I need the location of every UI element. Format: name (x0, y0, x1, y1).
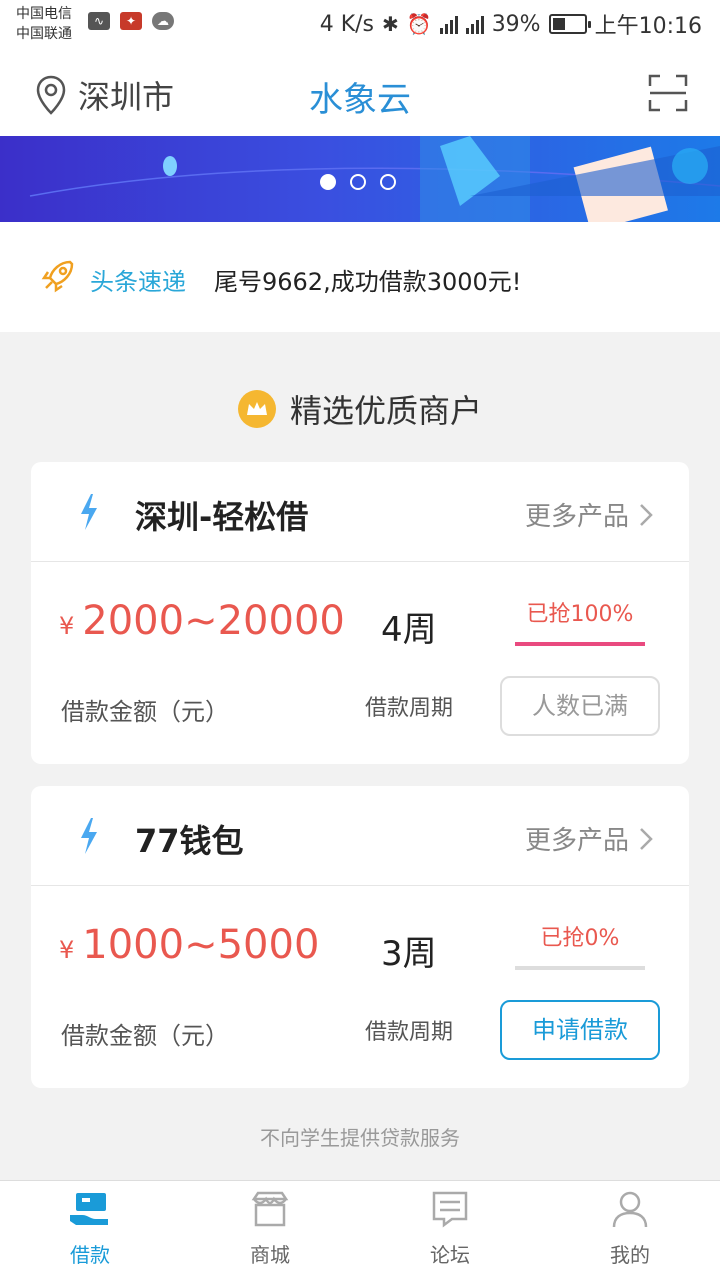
more-products-label: 更多产品 (524, 826, 629, 856)
app-title: 水象云 (309, 80, 411, 120)
status-bar: 中国电信 中国联通 ∿ ✦ ☁ 4 K/s ✱ ⏰ 39% 上午10:16 (0, 0, 720, 48)
amount-label: 借款金额（元） (61, 698, 229, 726)
chevron-right-icon (640, 503, 653, 526)
loan-amount: ¥1000~5000 (59, 922, 319, 968)
period-label: 借款周期 (365, 1020, 454, 1045)
tab-loan[interactable]: 借款 (0, 1181, 180, 1280)
more-products-link[interactable]: 更多产品 (525, 820, 653, 857)
merchant-name: 77钱包 (135, 822, 244, 860)
loan-icon (70, 1193, 108, 1225)
carrier-info: 中国电信 中国联通 (16, 4, 72, 44)
profile-icon (612, 1191, 648, 1228)
quota-full-button[interactable]: 人数已满 (500, 676, 660, 736)
signal-2g-icon (439, 14, 458, 34)
more-products-link[interactable]: 更多产品 (525, 496, 653, 533)
amount-range: 2000~20000 (82, 598, 345, 644)
merchant-card-body: ¥1000~5000 借款金额（元） 3周 借款周期 已抢0% 申请借款 (31, 886, 689, 1088)
notification-icons: ∿ ✦ ☁ (88, 12, 174, 30)
tab-store[interactable]: 商城 (180, 1181, 360, 1280)
period-label: 借款周期 (365, 696, 454, 721)
banner-dot[interactable] (380, 174, 396, 190)
loan-amount: ¥2000~20000 (59, 598, 345, 644)
currency-symbol: ¥ (59, 612, 75, 640)
amount-label: 借款金额（元） (61, 1022, 229, 1050)
chevron-right-icon (640, 827, 653, 850)
tab-profile[interactable]: 我的 (540, 1181, 720, 1280)
news-tag: 头条速递 (90, 268, 186, 296)
apply-loan-button[interactable]: 申请借款 (500, 1000, 660, 1060)
clock: 上午10:16 (594, 14, 702, 39)
crown-icon (237, 390, 276, 428)
rocket-icon (41, 260, 74, 293)
tab-forum[interactable]: 论坛 (360, 1181, 540, 1280)
amount-range: 1000~5000 (82, 922, 320, 968)
grab-progress-bar (515, 966, 645, 970)
carrier-1: 中国电信 (16, 6, 72, 22)
merchant-card-header: 77钱包 更多产品 (31, 786, 689, 886)
app-header: 深圳市 水象云 (0, 48, 720, 136)
loan-period: 4周 (381, 610, 437, 650)
loan-period: 3周 (381, 934, 437, 974)
section-title: 精选优质商户 (289, 392, 482, 430)
news-ticker[interactable]: 头条速递 尾号9662,成功借款3000元! (0, 222, 720, 332)
grab-progress-text: 已抢0% (540, 926, 620, 951)
tab-label: 借款 (70, 1243, 110, 1267)
currency-symbol: ¥ (59, 936, 75, 964)
alarm-icon: ⏰ (406, 12, 432, 36)
grab-progress-bar (515, 642, 645, 646)
grab-progress-text: 已抢100% (526, 602, 634, 627)
bottom-tab-bar: 借款 商城 论坛 我的 (0, 1180, 720, 1280)
merchant-card: 深圳-轻松借 更多产品 ¥2000~20000 借款金额（元） 4周 借款周期 … (31, 462, 689, 764)
banner-dot[interactable] (320, 174, 336, 190)
bluetooth-icon: ✱ (382, 12, 399, 36)
signal-4g-icon (465, 14, 484, 34)
merchant-name: 深圳-轻松借 (135, 498, 309, 536)
store-icon (251, 1191, 289, 1227)
network-speed: 4 K/s (319, 11, 375, 37)
tab-label: 论坛 (430, 1243, 470, 1267)
banner-pagination (320, 174, 396, 190)
status-right: 4 K/s ✱ ⏰ 39% 上午10:16 (320, 8, 702, 40)
app-notification-icon: ✦ (120, 12, 142, 30)
merchant-card-body: ¥2000~20000 借款金额（元） 4周 借款周期 已抢100% 人数已满 (31, 562, 689, 764)
section-header: 精选优质商户 (0, 386, 720, 432)
lightning-icon (81, 818, 97, 854)
more-products-label: 更多产品 (524, 502, 629, 532)
battery-icon (548, 14, 591, 34)
merchant-card-header: 深圳-轻松借 更多产品 (31, 462, 689, 562)
lightning-icon (81, 494, 97, 530)
battery-percent: 39% (491, 11, 541, 37)
carrier-2: 中国联通 (16, 26, 72, 42)
tab-label: 商城 (250, 1243, 290, 1267)
disclaimer-text: 不向学生提供贷款服务 (260, 1126, 460, 1150)
scan-icon[interactable] (648, 74, 688, 112)
tab-label: 我的 (610, 1243, 650, 1267)
banner-dot[interactable] (350, 174, 366, 190)
promo-banner[interactable] (0, 136, 720, 222)
forum-icon (432, 1191, 468, 1228)
merchant-card: 77钱包 更多产品 ¥1000~5000 借款金额（元） 3周 借款周期 已抢0… (31, 786, 689, 1088)
cloud-icon: ☁ (152, 12, 174, 30)
news-message: 尾号9662,成功借款3000元! (214, 268, 522, 296)
activity-icon: ∿ (88, 12, 110, 30)
